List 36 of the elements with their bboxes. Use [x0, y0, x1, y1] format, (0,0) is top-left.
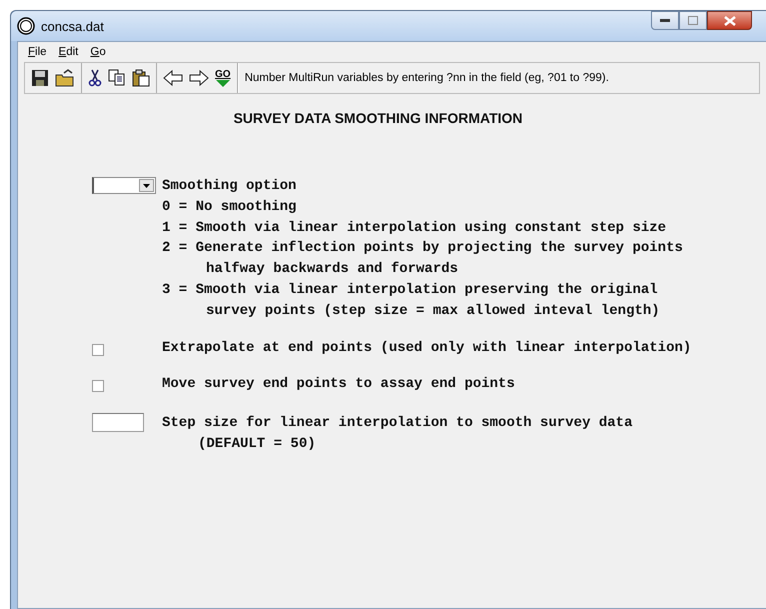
option-description: survey points (step size = max allowed inteval length) [205, 302, 661, 321]
app-logo-icon [17, 17, 35, 35]
option-description: 3 = Smooth via linear interpolation preserving the original [162, 280, 659, 300]
checkbox-label: Move survey end points to assay end points [162, 375, 515, 394]
minimize-button[interactable] [651, 11, 679, 30]
default-note: (DEFAULT = 50) [197, 434, 317, 454]
option-description: 2 = Generate inflection points by projecting the survey points [162, 239, 683, 258]
save-icon[interactable] [31, 69, 49, 87]
field-label: Smoothing option [162, 177, 298, 196]
window-title: concsa.dat [41, 18, 104, 34]
paste-icon[interactable] [132, 69, 150, 87]
checkbox[interactable] [92, 380, 104, 392]
menu-item[interactable]: Edit [52, 46, 84, 58]
copy-icon[interactable] [108, 69, 126, 87]
option-description: 0 = No smoothing [162, 198, 298, 217]
option-description: halfway backwards and forwards [205, 260, 460, 280]
close-icon [724, 16, 736, 26]
left-arrow-icon[interactable] [163, 69, 183, 87]
form-heading: SURVEY DATA SMOOTHING INFORMATION [232, 110, 524, 126]
go-button[interactable]: GO [215, 70, 231, 86]
caret-icon [143, 184, 150, 188]
open-folder-icon[interactable] [55, 69, 75, 87]
checkbox[interactable] [92, 344, 104, 356]
scissors-icon[interactable] [88, 69, 102, 87]
step-size-field[interactable] [92, 413, 144, 432]
checkbox-label: Extrapolate at end points (used only with linear interpolation) [162, 338, 692, 358]
option-description: 1 = Smooth via linear interpolation using constant step size [162, 218, 668, 238]
right-arrow-icon[interactable] [189, 69, 209, 87]
smoothing-dropdown[interactable] [92, 177, 156, 194]
hint-text: Number MultiRun variables by entering ?nn in the field (eg, ?01 to ?99). [238, 63, 609, 93]
maximize-icon [688, 16, 698, 25]
close-button[interactable] [707, 11, 752, 30]
menu-item[interactable]: File [22, 46, 53, 58]
minimize-icon [660, 18, 670, 22]
field-label: Step size for linear interpolation to smooth survey data [162, 414, 632, 434]
menu-item[interactable]: Go [84, 46, 112, 58]
